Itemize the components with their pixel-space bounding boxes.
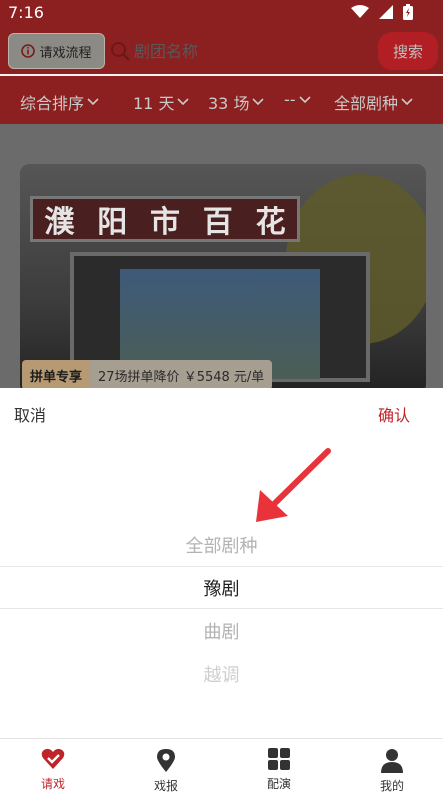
- genre-picker: 取消 确认 全部剧种 豫剧 曲剧 越调: [0, 388, 443, 738]
- troupe-card[interactable]: 濮 阳 市 百 花 拼单专享 27场拼单降价 ￥5548 元/单: [20, 164, 426, 394]
- picker-option[interactable]: 曲剧: [0, 618, 443, 644]
- nav-item-request[interactable]: 请戏: [23, 747, 83, 792]
- status-time: 7:16: [8, 3, 44, 22]
- chevron-down-icon: [87, 98, 99, 106]
- picker-option-selected[interactable]: 豫剧: [0, 575, 443, 601]
- filter-days-label: 11 天: [133, 94, 175, 113]
- nav-label: 我的: [379, 779, 404, 793]
- promo-text: 27场拼单降价 ￥5548 元/单: [90, 360, 273, 390]
- nav-item-poster[interactable]: 戏报: [136, 747, 196, 794]
- banner-char: 百: [202, 205, 233, 240]
- wifi-icon: [351, 5, 369, 18]
- filter-sort[interactable]: 综合排序: [20, 90, 99, 114]
- search-icon: [111, 42, 130, 61]
- header: 请戏流程 搜索: [0, 26, 443, 74]
- picker-confirm-button[interactable]: 确认: [378, 402, 410, 426]
- info-icon: [21, 44, 36, 58]
- nav-label: 戏报: [153, 779, 178, 793]
- chevron-down-icon: [177, 98, 190, 106]
- person-icon: [381, 749, 403, 773]
- promo-label: 拼单专享: [22, 360, 91, 390]
- status-icons: [351, 4, 413, 20]
- chevron-down-icon: [298, 95, 311, 103]
- filter-days[interactable]: 11 天: [133, 90, 190, 114]
- search-box[interactable]: [110, 34, 372, 68]
- chevron-down-icon: [401, 98, 413, 106]
- request-flow-button[interactable]: 请戏流程: [8, 33, 105, 69]
- nav-label: 请戏: [40, 777, 65, 791]
- banner-char: 市: [149, 205, 180, 240]
- filter-price[interactable]: --: [284, 90, 311, 109]
- location-pin-icon: [157, 749, 175, 772]
- picker-selection-line: [0, 608, 443, 609]
- stage-banner: 濮 阳 市 百 花: [30, 196, 300, 242]
- filter-genre-label: 全部剧种: [334, 94, 399, 113]
- filter-shows[interactable]: 33 场: [208, 90, 265, 114]
- promo-tag: 拼单专享 27场拼单降价 ￥5548 元/单: [22, 360, 273, 390]
- nav-label: 配演: [266, 777, 291, 791]
- filter-genre[interactable]: 全部剧种: [334, 90, 413, 114]
- arrow-annotation-icon: [256, 448, 331, 522]
- banner-char: 濮: [44, 205, 75, 240]
- nav-item-mine[interactable]: 我的: [362, 747, 422, 794]
- banner-char: 花: [255, 205, 286, 240]
- chevron-down-icon: [252, 98, 265, 106]
- content-area: 濮 阳 市 百 花 拼单专享 27场拼单降价 ￥5548 元/单: [0, 124, 443, 394]
- picker-option[interactable]: 全部剧种: [0, 532, 443, 558]
- battery-icon: [403, 4, 413, 20]
- grid-icon: [268, 748, 290, 770]
- signal-icon: [379, 5, 393, 19]
- search-button[interactable]: 搜索: [378, 32, 438, 70]
- picker-cancel-button[interactable]: 取消: [14, 402, 46, 426]
- status-bar: 7:16: [0, 0, 443, 26]
- bottom-nav: 请戏 戏报 配演 我的: [0, 738, 443, 795]
- request-flow-label: 请戏流程: [39, 45, 92, 61]
- banner-char: 阳: [97, 205, 128, 240]
- heart-check-icon: [41, 748, 65, 769]
- filter-price-label: --: [284, 90, 296, 109]
- picker-selection-line: [0, 566, 443, 567]
- filter-sort-label: 综合排序: [20, 94, 85, 113]
- filter-bar: 综合排序 11 天 33 场 -- 全部剧种: [0, 76, 443, 124]
- nav-item-cast[interactable]: 配演: [249, 747, 309, 792]
- search-input[interactable]: [134, 41, 354, 61]
- filter-shows-label: 33 场: [208, 94, 250, 113]
- picker-option[interactable]: 越调: [0, 661, 443, 687]
